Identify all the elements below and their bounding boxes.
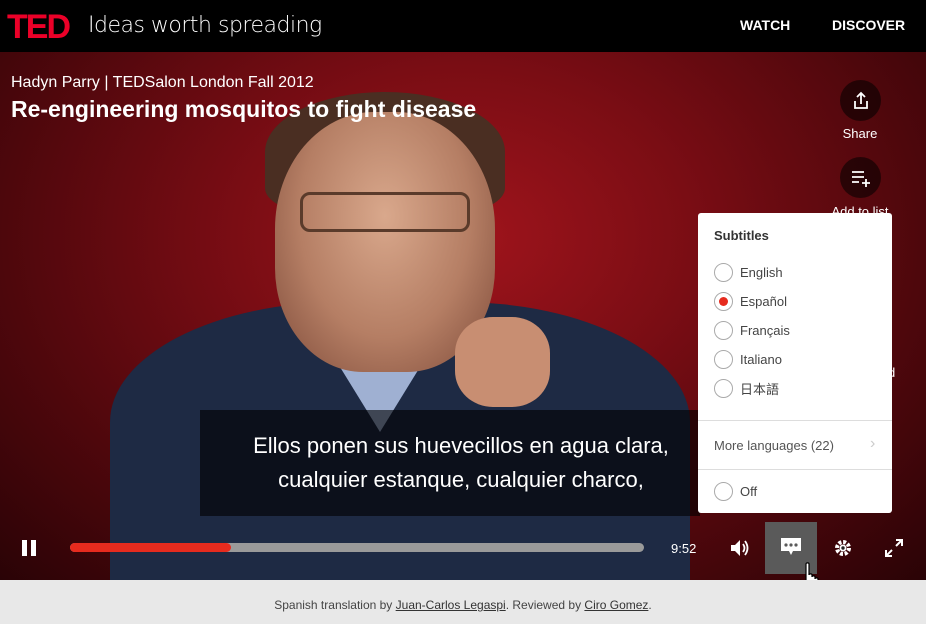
- radio-dot: [719, 296, 728, 306]
- radio-button[interactable]: [714, 349, 733, 369]
- more-languages-link[interactable]: More languages (22): [714, 438, 834, 453]
- radio-button[interactable]: [714, 378, 733, 398]
- add-to-list-icon: [851, 170, 870, 187]
- speaker-hand: [455, 317, 550, 407]
- translator-link[interactable]: Juan-Carlos Legaspi: [396, 598, 506, 612]
- caption-box: [200, 410, 700, 516]
- subtitles-icon: [779, 536, 803, 558]
- menu-divider: [698, 420, 892, 421]
- progress-fill: [70, 543, 231, 552]
- subtitle-option-francais[interactable]: Français: [714, 320, 790, 340]
- speaker-glasses: [300, 192, 470, 232]
- share-label: Share: [842, 126, 878, 141]
- credit-middle: . Reviewed by: [505, 598, 585, 612]
- talk-meta: Hadyn Parry | TEDSalon London Fall 2012: [11, 74, 314, 91]
- tagline: Ideas worth spreading: [88, 13, 322, 38]
- volume-icon[interactable]: [728, 537, 752, 559]
- option-label: Français: [740, 322, 790, 338]
- credit-suffix: .: [648, 598, 652, 612]
- subtitle-option-italiano[interactable]: Italiano: [714, 349, 782, 369]
- settings-icon[interactable]: [832, 537, 854, 559]
- subtitle-option-espanol[interactable]: Español: [714, 291, 787, 311]
- subtitles-menu: Subtitles English Español Français Itali…: [698, 213, 892, 513]
- footer: Spanish translation by Juan-Carlos Legas…: [0, 580, 926, 624]
- option-label: 日本語: [740, 381, 780, 397]
- talk-title: Re-engineering mosquitos to fight diseas…: [11, 96, 477, 122]
- pause-icon[interactable]: [18, 537, 40, 559]
- reviewer-link[interactable]: Ciro Gomez: [584, 598, 648, 612]
- subtitle-option-english[interactable]: English: [714, 262, 783, 282]
- subtitle-option-japanese[interactable]: 日本語: [714, 378, 779, 398]
- radio-button[interactable]: [714, 481, 733, 501]
- chevron-right-icon: ›: [870, 435, 876, 452]
- radio-button[interactable]: [714, 262, 733, 282]
- option-label: English: [740, 264, 783, 280]
- nav-watch[interactable]: WATCH: [740, 17, 790, 33]
- option-label: Off: [740, 483, 758, 499]
- radio-button-selected[interactable]: [714, 291, 733, 311]
- add-to-list-button[interactable]: [840, 157, 881, 198]
- nav-discover[interactable]: DISCOVER: [832, 17, 905, 33]
- option-label: Español: [740, 293, 787, 309]
- credit-prefix: Spanish translation by: [274, 598, 396, 612]
- radio-button[interactable]: [714, 320, 733, 340]
- subtitles-menu-title: Subtitles: [714, 228, 769, 243]
- subtitle-option-off[interactable]: Off: [714, 481, 757, 501]
- menu-divider: [698, 469, 892, 470]
- fullscreen-icon[interactable]: [883, 537, 905, 559]
- translation-credit: Spanish translation by Juan-Carlos Legas…: [0, 598, 926, 612]
- share-button[interactable]: [840, 80, 881, 121]
- share-icon: [853, 91, 868, 109]
- option-label: Italiano: [740, 351, 782, 367]
- time-display: 9:52: [671, 541, 697, 556]
- site-header: TED Ideas worth spreading WATCH DISCOVER: [0, 0, 926, 52]
- ted-logo[interactable]: TED: [7, 8, 71, 47]
